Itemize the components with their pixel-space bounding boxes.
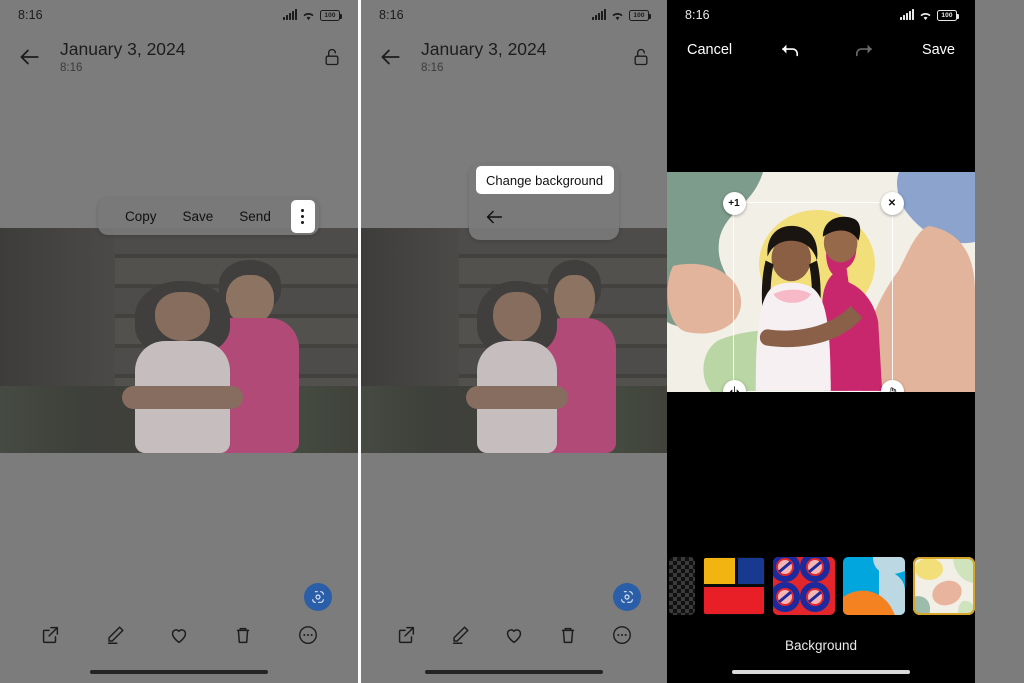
viewer-title-group: January 3, 2024 8:16 [60, 39, 322, 76]
google-lens-icon[interactable] [304, 583, 332, 611]
thumbnail-transparent-checker[interactable] [669, 557, 695, 615]
kebab-menu-icon[interactable] [290, 200, 315, 233]
viewer-header: January 3, 2024 8:16 [361, 34, 667, 80]
status-bar: 8:16 100 [361, 0, 667, 30]
home-indicator [732, 670, 910, 674]
editor-top-bar: Cancel Save [667, 34, 975, 66]
menu-item-change-background[interactable]: Change background [476, 166, 614, 194]
save-button[interactable]: Save [922, 42, 955, 58]
back-arrow-icon[interactable] [377, 44, 403, 70]
back-arrow-icon[interactable] [16, 44, 42, 70]
phone-panel-viewer-1: 8:16 100 January 3, 2024 8:16 Copy Save … [0, 0, 358, 683]
screenshot-stage: 8:16 100 January 3, 2024 8:16 Copy Save … [0, 0, 1024, 683]
photo-viewport[interactable] [0, 228, 358, 453]
more-options-icon[interactable] [611, 624, 633, 646]
editor-canvas[interactable]: +1 ✕ [667, 172, 975, 392]
thumbnail-red-blue-circles[interactable] [773, 557, 835, 615]
wifi-icon [611, 10, 624, 21]
phone-panel-editor: 8:16 100 Cancel Save +1 ✕ Background [667, 0, 975, 683]
cutout-two-children [755, 216, 883, 391]
home-indicator [90, 670, 268, 674]
context-popup-menu: Copy Save Send [98, 198, 319, 235]
share-icon[interactable] [395, 624, 417, 646]
popup-item-save[interactable]: Save [170, 198, 227, 235]
wifi-icon [919, 10, 932, 21]
status-bar: 8:16 100 [0, 0, 358, 30]
photo-viewport[interactable] [361, 228, 667, 453]
close-icon[interactable]: ✕ [880, 191, 904, 215]
home-indicator [425, 670, 603, 674]
signal-bars-icon [592, 9, 606, 20]
status-bar: 8:16 100 [667, 0, 975, 30]
status-time: 8:16 [685, 8, 710, 22]
battery-icon: 100 [320, 9, 342, 21]
background-thumbnail-strip[interactable] [667, 555, 975, 617]
page-title: January 3, 2024 [421, 38, 547, 59]
add-layer-handle[interactable]: +1 [722, 191, 746, 215]
battery-icon: 100 [629, 9, 651, 21]
back-arrow-icon[interactable] [483, 206, 505, 228]
editor-tool-label: Background [784, 638, 858, 653]
status-icons: 100 [283, 9, 342, 21]
background-padding-right [975, 0, 1024, 683]
favorite-heart-icon[interactable] [168, 624, 190, 646]
crop-selection-frame[interactable]: +1 ✕ [722, 191, 904, 392]
status-time: 8:16 [379, 8, 404, 22]
status-icons: 100 [592, 9, 651, 21]
battery-icon: 100 [937, 9, 959, 21]
photo-dim-overlay [361, 228, 667, 453]
thumbnail-pastel-blobs[interactable] [913, 557, 975, 615]
wifi-icon [302, 10, 315, 21]
redo-arrow-icon [853, 41, 875, 59]
history-controls [732, 41, 922, 59]
delete-trash-icon[interactable] [557, 624, 579, 646]
popup-item-copy[interactable]: Copy [112, 198, 170, 235]
more-options-icon[interactable] [297, 624, 319, 646]
signal-bars-icon [900, 9, 914, 20]
undo-arrow-icon[interactable] [779, 41, 801, 59]
thumbnail-mondrian-blocks[interactable] [703, 557, 765, 615]
delete-trash-icon[interactable] [232, 624, 254, 646]
favorite-heart-icon[interactable] [503, 624, 525, 646]
edit-pencil-icon[interactable] [449, 624, 471, 646]
page-subtitle: 8:16 [421, 61, 444, 74]
google-lens-icon[interactable] [613, 583, 641, 611]
change-background-menu: Change background [469, 164, 619, 240]
bottom-toolbar [361, 613, 667, 657]
unlock-icon[interactable] [322, 45, 342, 69]
viewer-title-group: January 3, 2024 8:16 [421, 39, 631, 76]
popup-item-send[interactable]: Send [226, 198, 284, 235]
unlock-icon[interactable] [631, 45, 651, 69]
cancel-button[interactable]: Cancel [687, 42, 732, 58]
bottom-toolbar [0, 613, 358, 657]
status-time: 8:16 [18, 8, 43, 22]
edit-pencil-icon[interactable] [104, 624, 126, 646]
signal-bars-icon [283, 9, 297, 20]
viewer-header: January 3, 2024 8:16 [0, 34, 358, 80]
page-title: January 3, 2024 [60, 38, 186, 59]
phone-panel-viewer-2: 8:16 100 January 3, 2024 8:16 Change bac… [361, 0, 667, 683]
status-icons: 100 [900, 9, 959, 21]
thumbnail-blue-orange-waves[interactable] [843, 557, 905, 615]
share-icon[interactable] [39, 624, 61, 646]
page-subtitle: 8:16 [60, 61, 83, 74]
photo-dim-overlay [0, 228, 358, 453]
